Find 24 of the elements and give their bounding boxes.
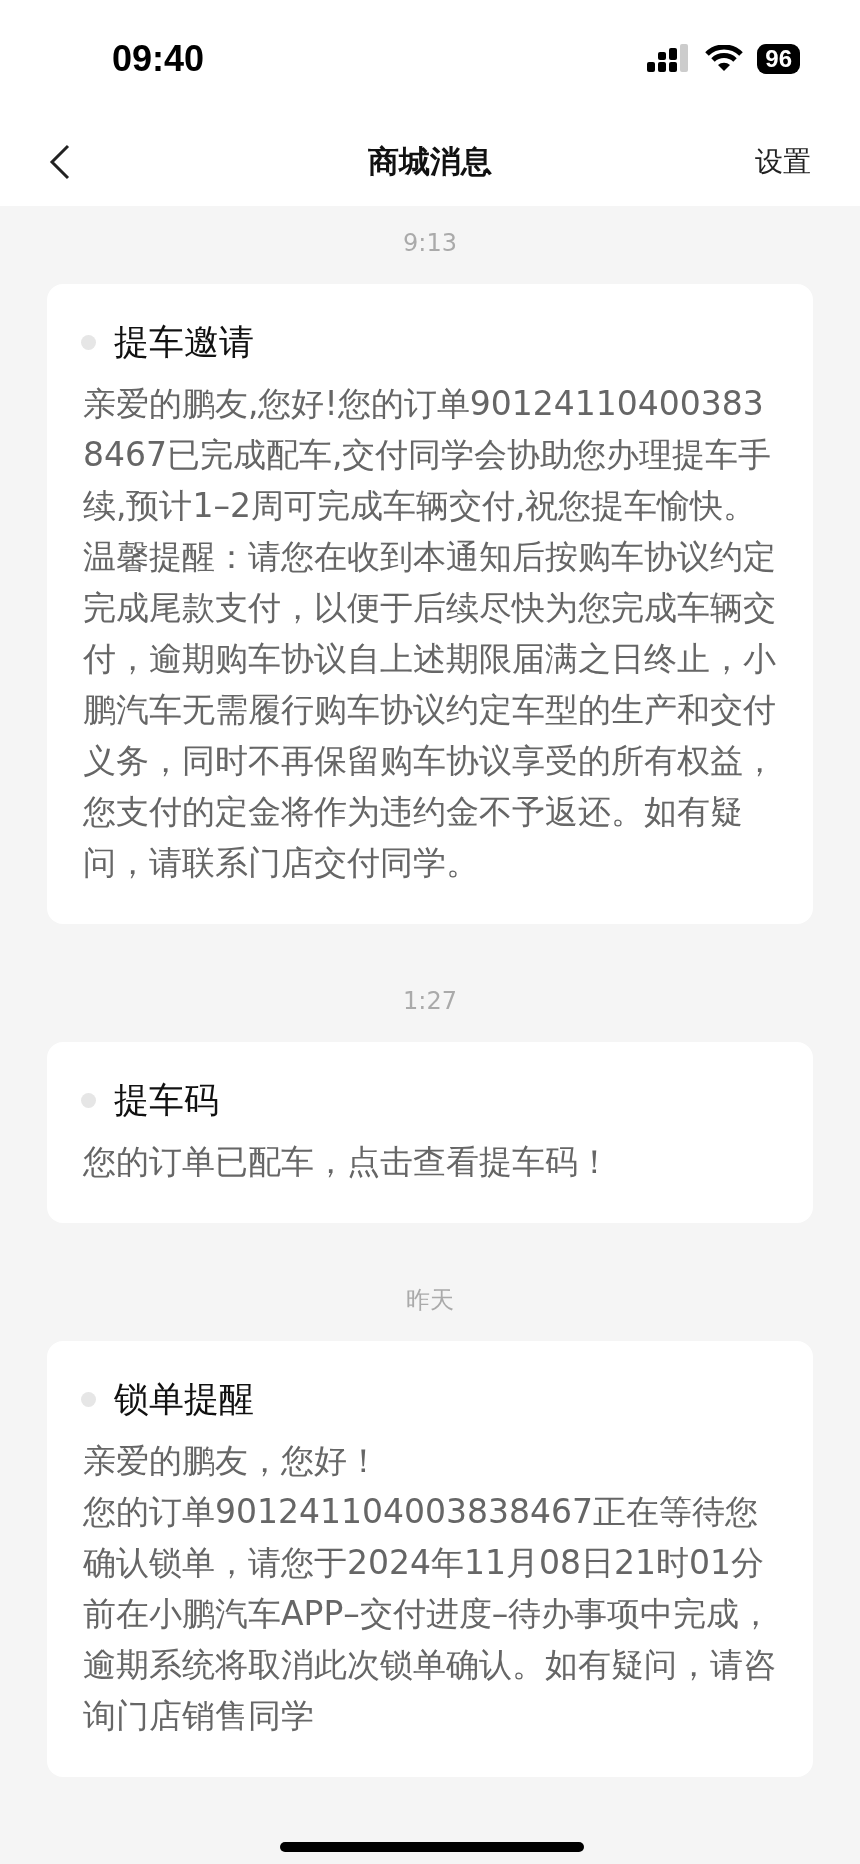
back-icon <box>49 144 71 180</box>
status-dot <box>81 334 96 350</box>
message-title: 提车码 <box>114 1079 219 1122</box>
message-time: 昨天 <box>406 1285 454 1315</box>
page-title: 商城消息 <box>368 142 492 181</box>
status-dot <box>81 1391 96 1407</box>
message-text: 亲爱的鹏友，您好！ <box>83 1440 381 1482</box>
back-button[interactable] <box>49 144 71 180</box>
status-dot <box>81 1092 96 1108</box>
message-card[interactable]: 锁单提醒 亲爱的鹏友，您好！ 您的订单901241104003838467正在等待您确认锁单，请您于2024年11月08日21时01分前在小鹏汽车APP–交付进度–待办事项中完成，逾期系统将取消此次锁单确认。如有疑问，请咨询门店销售同学 <box>47 1341 813 1777</box>
message-card[interactable] <box>47 284 813 924</box>
message-title: 提车邀请 <box>114 321 254 364</box>
status-time: 09:40 <box>112 38 205 80</box>
message-title: 锁单提醒 <box>114 1378 254 1421</box>
message-text: 亲爱的鹏友,您好!您的订单901241104003838467已完成配车,交付同学会协助您办理提车手续,预计1–2周可完成车辆交付,祝您提车愉快。 <box>83 383 773 527</box>
message-time: 9:13 <box>403 228 457 258</box>
settings-link[interactable]: 设置 <box>755 143 811 181</box>
message-card[interactable]: 提车码 您的订单已配车，点击查看提车码！ <box>47 1042 813 1223</box>
message-text: 您的订单901241104003838467正在等待您确认锁单，请您于2024年11月08日21时01分前在小鹏汽车APP–交付进度–待办事项中完成，逾期系统将取消此次锁单确认。如有疑问，请咨询门店销售同学 <box>83 1491 777 1737</box>
message-text: 温馨提醒：请您在收到本通知后按购车协议约定完成尾款支付，以便于后续尽快为您完成车辆交付，逾期购车协议自上述期限届满之日终止，小鹏汽车无需履行购车协议约定车型的生产和交付义务，同时不再保留购车协议享受的所有权益，您支付的定金将作为违约金不予返还。如有疑问，请联系门店交付同学。 <box>83 536 777 884</box>
message-time: 1:27 <box>403 986 457 1016</box>
message-text: 您的订单已配车，点击查看提车码！ <box>83 1141 612 1183</box>
wifi-icon <box>705 45 744 73</box>
battery-level: 96 <box>757 44 800 74</box>
